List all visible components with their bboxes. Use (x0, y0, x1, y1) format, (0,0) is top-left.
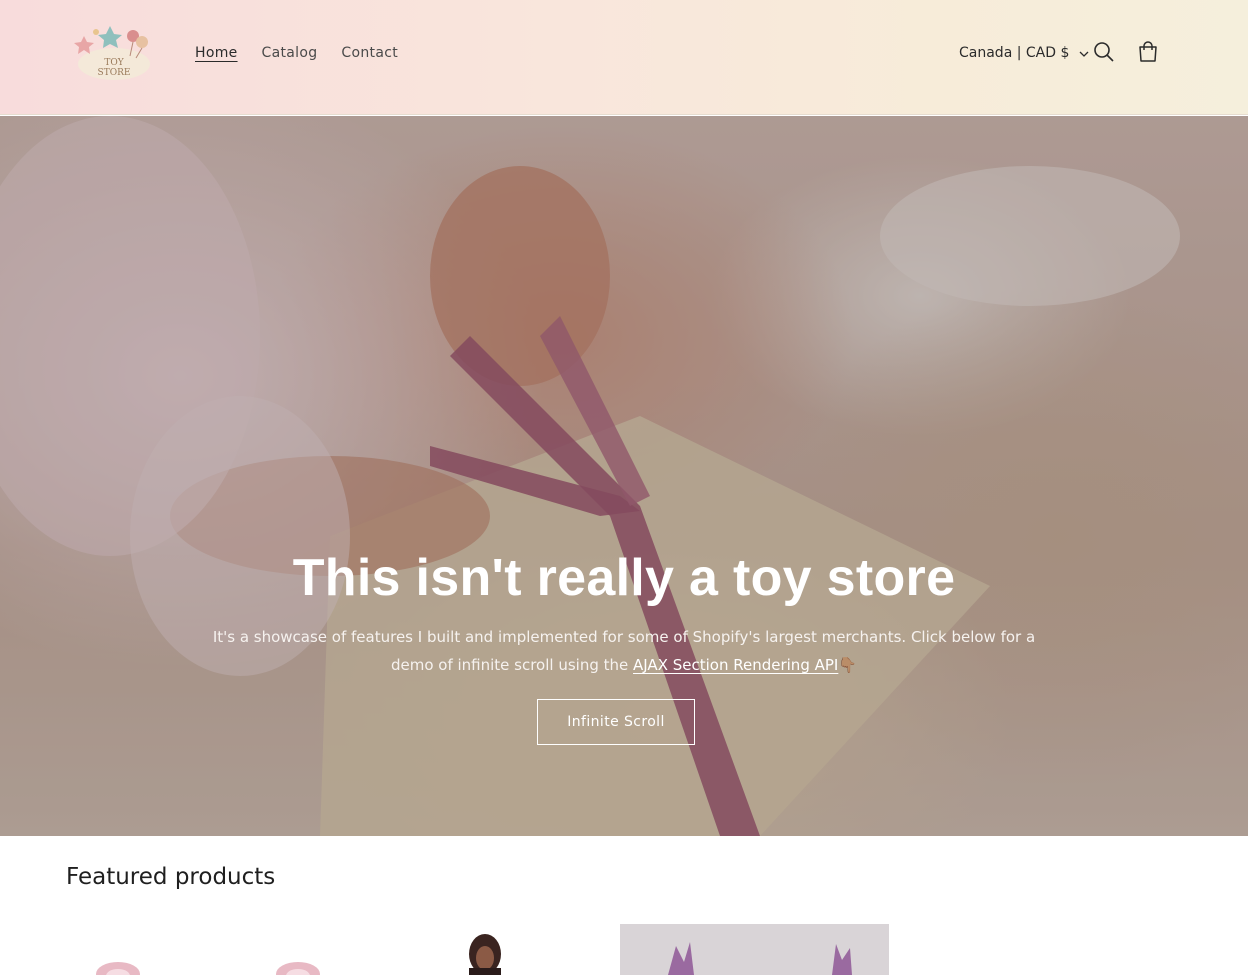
cart-icon (1137, 41, 1159, 67)
svg-text:TOY: TOY (104, 58, 124, 68)
product-card[interactable] (66, 924, 334, 975)
hero-title: This isn't really a toy store (292, 549, 956, 607)
main-nav: Home Catalog Contact (195, 45, 398, 61)
pointing-down-emoji: 👇🏽 (838, 656, 858, 674)
nav-contact-link[interactable]: Contact (341, 45, 398, 61)
country-selector[interactable]: Canada | CAD $ (959, 45, 1089, 61)
ajax-api-link[interactable]: AJAX Section Rendering API (633, 656, 838, 674)
hero-banner: This isn't really a toy store It's a sho… (0, 116, 1248, 836)
country-selector-label: Canada | CAD $ (959, 45, 1070, 61)
nav-catalog-link[interactable]: Catalog (262, 45, 318, 61)
product-card[interactable] (343, 924, 611, 975)
chevron-down-icon (1079, 45, 1089, 61)
nav-home-link[interactable]: Home (195, 45, 238, 61)
logo-icon: TOY STORE (74, 26, 150, 80)
product-card[interactable] (620, 924, 889, 975)
featured-products-title: Featured products (66, 864, 276, 890)
svg-text:STORE: STORE (98, 68, 131, 78)
cart-button[interactable] (1134, 40, 1162, 68)
product-image (96, 962, 320, 975)
hero-description-text: It's a showcase of features I built and … (212, 628, 1036, 674)
site-header: TOY STORE Home Catalog Contact Canada | … (0, 0, 1248, 115)
search-icon (1093, 41, 1115, 67)
product-card[interactable] (897, 924, 1165, 975)
hero-description: It's a showcase of features I built and … (190, 623, 1058, 679)
store-logo[interactable]: TOY STORE (70, 22, 158, 88)
search-button[interactable] (1090, 40, 1118, 68)
product-image (668, 942, 852, 975)
infinite-scroll-button[interactable]: Infinite Scroll (537, 699, 695, 745)
product-image (469, 934, 501, 975)
